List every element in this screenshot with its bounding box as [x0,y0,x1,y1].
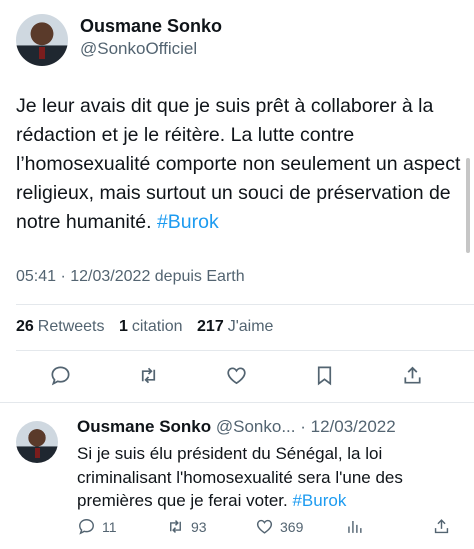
scrollbar[interactable] [466,158,470,253]
avatar[interactable] [16,421,58,463]
retweet-icon [170,520,181,533]
tweet-actions [0,362,474,392]
tweet-timestamp[interactable]: 05:41 · 12/03/2022 depuis Earth [16,268,245,286]
tweet-text-body: Je leur avais dit que je suis prêt à col… [16,95,461,233]
likes-label: J'aime [227,318,274,335]
reply-icon[interactable] [47,362,73,388]
like-icon [256,519,273,534]
tweet-text: Si je suis élu président du Sénégal, la … [77,442,467,513]
quotes-stat[interactable]: 1 citation [119,318,183,335]
tweet-text-body: Si je suis élu président du Sénégal, la … [77,444,403,510]
quotes-label: citation [131,318,183,335]
retweets-stat[interactable]: 26 Retweets [16,318,105,335]
retweets-label: Retweets [37,318,105,335]
reply-header: Ousmane Sonko @Sonko... · 12/03/2022 [77,417,396,437]
analytics-action[interactable] [345,517,370,536]
retweet-icon[interactable] [135,362,161,388]
reply-action[interactable]: 11 [77,517,117,536]
like-action[interactable]: 369 [255,517,303,536]
engagement-stats: 26 Retweets 1 citation 217 J'aime [16,318,283,336]
reply-icon [79,519,94,535]
retweet-action[interactable]: 93 [166,517,207,536]
reply-tweet[interactable]: Ousmane Sonko @Sonko... · 12/03/2022 Si … [0,403,474,549]
quotes-count: 1 [118,318,128,335]
retweet-count: 93 [191,518,207,535]
retweets-count: 26 [16,318,34,335]
main-tweet: Ousmane Sonko @SonkoOfficiel Je leur ava… [0,0,474,402]
share-icon[interactable] [399,362,425,388]
hashtag-link[interactable]: #Burok [157,211,219,233]
share-icon [434,519,449,534]
reply-meta: @Sonko... · 12/03/2022 [215,417,396,436]
analytics-icon [348,520,362,533]
author-name[interactable]: Ousmane Sonko [80,16,222,37]
bookmark-icon[interactable] [311,362,337,388]
share-action[interactable] [432,517,457,536]
tweet-text: Je leur avais dit que je suis prêt à col… [16,92,466,237]
author-name[interactable]: Ousmane Sonko [77,417,211,436]
like-icon[interactable] [223,362,249,388]
likes-count: 217 [197,318,224,335]
divider [16,304,474,305]
divider [16,350,474,351]
tweet-actions: 11 93 369 [0,517,474,541]
author-handle[interactable]: @SonkoOfficiel [80,39,197,59]
hashtag-link[interactable]: #Burok [292,491,346,510]
likes-stat[interactable]: 217 J'aime [197,318,273,335]
like-count: 369 [280,518,304,535]
avatar[interactable] [16,14,68,66]
reply-count: 11 [102,518,117,535]
